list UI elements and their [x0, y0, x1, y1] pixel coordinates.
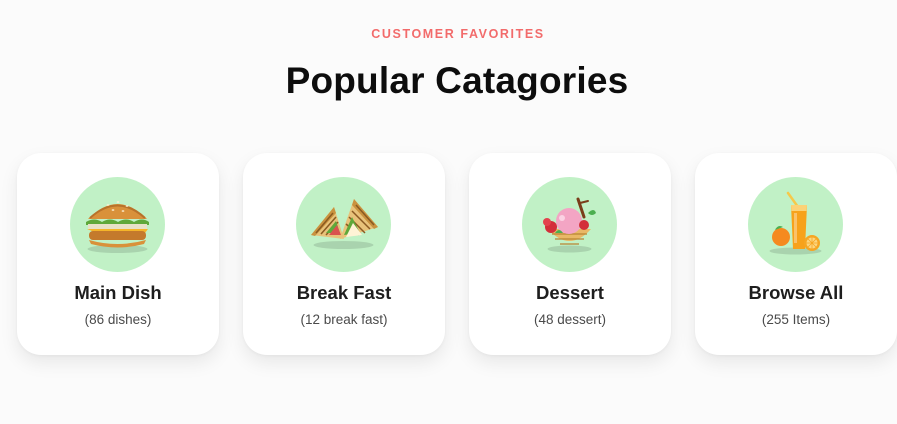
category-name: Main Dish: [74, 282, 162, 303]
category-card-dessert[interactable]: Dessert (48 dessert): [469, 153, 671, 355]
sandwich-icon: [311, 199, 378, 249]
ice-cream-icon: [543, 197, 596, 253]
burger-icon: [86, 201, 149, 253]
category-cards: Main Dish (86 dishes) Break Fast (12 bre…: [17, 153, 897, 363]
category-card-main-dish[interactable]: Main Dish (86 dishes): [17, 153, 219, 355]
category-image-circle: [296, 177, 391, 272]
section-eyebrow: CUSTOMER FAVORITES: [371, 27, 545, 41]
category-image-circle: [70, 177, 165, 272]
popular-categories-section: CUSTOMER FAVORITES Popular Catagories Ma…: [0, 0, 897, 424]
category-image-circle: [522, 177, 617, 272]
category-name: Browse All: [748, 282, 844, 303]
category-image-circle: [748, 177, 843, 272]
section-title: Popular Catagories: [285, 60, 629, 101]
category-count: (48 dessert): [533, 312, 607, 327]
category-count: (12 break fast): [300, 312, 388, 327]
category-card-break-fast[interactable]: Break Fast (12 break fast): [243, 153, 445, 355]
juice-icon: [769, 191, 822, 255]
category-count: (86 dishes): [84, 312, 152, 327]
category-card-browse-all[interactable]: Browse All (255 Items): [695, 153, 897, 355]
category-name: Dessert: [536, 282, 604, 303]
category-name: Break Fast: [296, 282, 392, 303]
category-count: (255 Items): [761, 312, 831, 327]
